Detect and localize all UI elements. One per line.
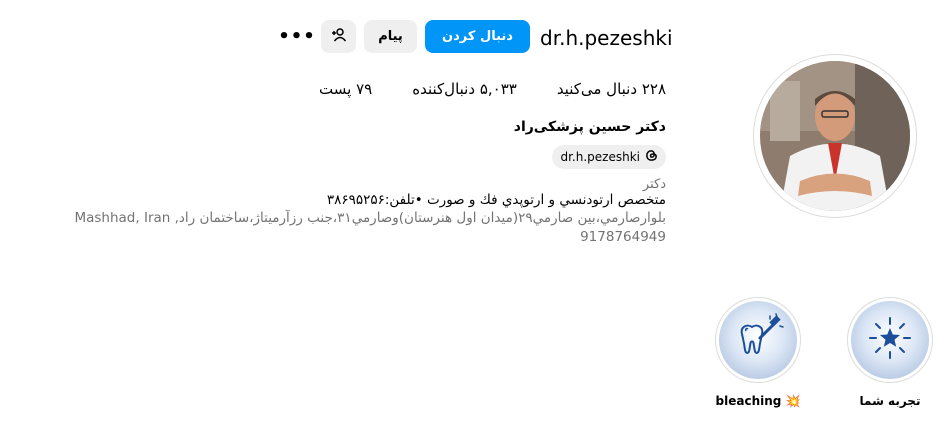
profile-address[interactable]: بلوارصارمي،بين صارمي۲۹(ميدان اول هنرستان…: [74, 210, 666, 226]
more-options-button[interactable]: •••: [278, 20, 315, 53]
threads-link[interactable]: dr.h.pezeshki: [552, 145, 666, 169]
tooth-brush-icon: [732, 312, 784, 368]
profile-phone: 9178764949: [580, 229, 666, 245]
profile-avatar[interactable]: [753, 54, 917, 218]
highlight-label: bleaching 💥: [715, 394, 801, 408]
star-burst-icon: [867, 315, 913, 365]
stat-posts-value: ۷۹: [356, 80, 373, 98]
message-button[interactable]: پیام: [364, 20, 417, 53]
threads-handle: dr.h.pezeshki: [560, 150, 640, 164]
highlight-cover: [851, 301, 929, 379]
add-person-icon: [331, 27, 347, 47]
profile-bio: متخصص ارتودنسي و ارتوپدي فك و صورت •تلفن…: [326, 192, 666, 208]
highlight-bleaching[interactable]: bleaching 💥: [713, 297, 803, 408]
highlight-experience[interactable]: تجربه شما: [845, 297, 935, 408]
stat-following-label: دنبال می‌کنید: [556, 80, 638, 98]
highlight-label: تجربه شما: [859, 394, 921, 408]
stat-following[interactable]: ۲۲۸ دنبال می‌کنید: [557, 80, 666, 98]
profile-username: dr.h.pezeshki: [540, 26, 673, 50]
highlight-ring: [715, 297, 801, 383]
stat-followers-value: ۵,۰۳۳: [479, 80, 517, 98]
profile-category: دکتر: [642, 177, 666, 192]
stat-following-value: ۲۲۸: [641, 80, 666, 98]
stat-posts-label: پست: [319, 80, 352, 98]
stat-followers-label: دنبال‌کننده: [412, 80, 476, 98]
stat-posts: ۷۹ پست: [319, 80, 372, 98]
suggested-users-button[interactable]: [321, 20, 356, 53]
avatar-photo: [760, 61, 910, 211]
highlight-ring: [847, 297, 933, 383]
stat-followers[interactable]: ۵,۰۳۳ دنبال‌کننده: [412, 80, 517, 98]
profile-stats: ۷۹ پست ۵,۰۳۳ دنبال‌کننده ۲۲۸ دنبال می‌کن…: [319, 80, 666, 98]
highlight-cover: [719, 301, 797, 379]
profile-full-name: دکتر حسین پزشکی‌راد: [513, 119, 666, 135]
follow-button[interactable]: دنبال کردن: [425, 20, 530, 53]
threads-icon: [645, 149, 658, 165]
